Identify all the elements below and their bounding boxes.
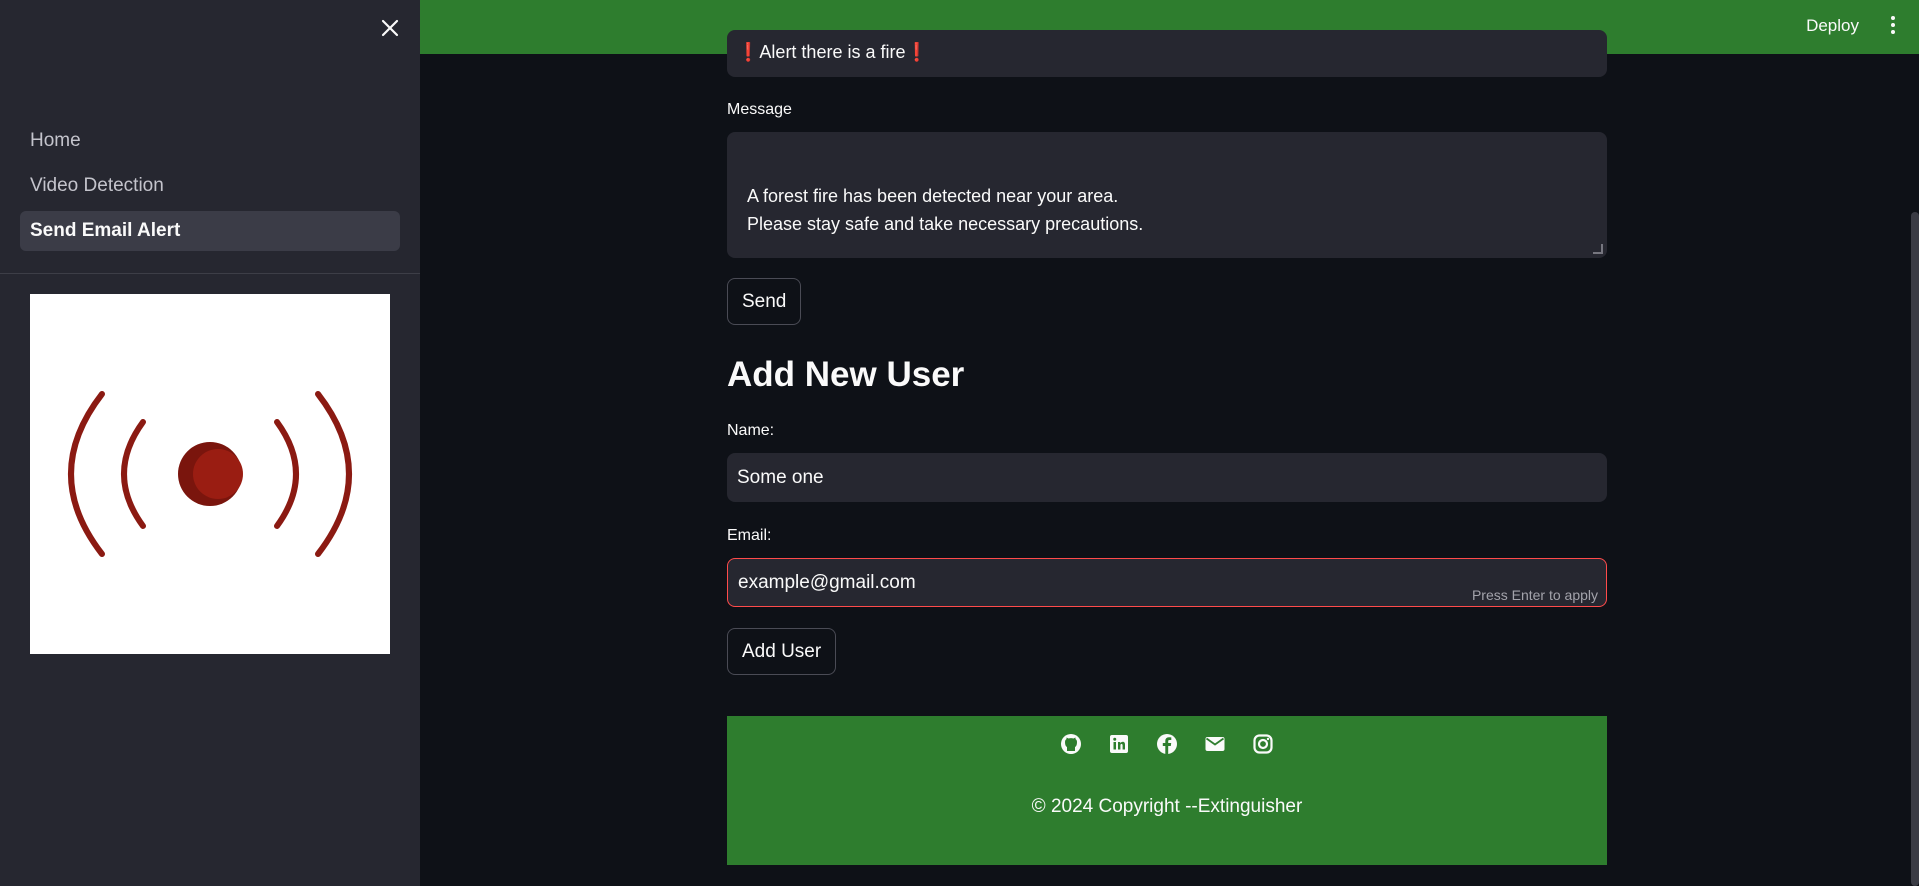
- message-textarea[interactable]: A forest fire has been detected near you…: [727, 132, 1607, 258]
- press-enter-hint: Press Enter to apply: [1471, 587, 1598, 603]
- add-user-button[interactable]: Add User: [727, 628, 837, 675]
- sidebar-item-home[interactable]: Home: [20, 121, 400, 161]
- message-value: A forest fire has been detected near you…: [747, 186, 1144, 234]
- sidebar-item-label: Send Email Alert: [30, 220, 181, 241]
- send-button[interactable]: Send: [727, 278, 802, 325]
- sidebar-item-send-email-alert[interactable]: Send Email Alert: [20, 211, 400, 251]
- email-icon[interactable]: [1203, 732, 1227, 756]
- copyright-text: © 2024 Copyright --Extinguisher: [1031, 796, 1303, 817]
- name-label: Name:: [727, 422, 775, 439]
- sidebar-item-video-detection[interactable]: Video Detection: [20, 166, 400, 206]
- alert-icon: ❗: [905, 42, 928, 62]
- sidebar-item-label: Video Detection: [30, 175, 164, 196]
- name-field[interactable]: Some one: [727, 453, 1607, 502]
- social-links: [727, 732, 1607, 756]
- alarm-icon: [30, 294, 390, 654]
- sidebar: Home Video Detection Send Email Alert: [0, 0, 420, 886]
- resize-handle[interactable]: [1593, 244, 1603, 254]
- subject-value: Alert there is a fire: [759, 42, 906, 62]
- name-value: Some one: [737, 467, 824, 488]
- close-icon[interactable]: [378, 16, 402, 40]
- instagram-icon[interactable]: [1251, 732, 1275, 756]
- sidebar-nav: Home Video Detection Send Email Alert: [20, 121, 400, 256]
- github-icon[interactable]: [1059, 732, 1083, 756]
- kebab-menu-icon[interactable]: [1889, 14, 1897, 38]
- email-label: Email:: [727, 527, 772, 544]
- add-user-title: Add New User: [727, 355, 965, 394]
- sidebar-divider: [0, 273, 420, 274]
- email-field[interactable]: example@gmail.com Press Enter to apply: [727, 558, 1607, 607]
- email-value: example@gmail.com: [738, 572, 916, 593]
- footer: © 2024 Copyright --Extinguisher: [727, 716, 1607, 865]
- linkedin-icon[interactable]: [1107, 732, 1131, 756]
- deploy-button[interactable]: Deploy: [1806, 16, 1859, 36]
- scrollbar[interactable]: [1911, 212, 1919, 886]
- sidebar-item-label: Home: [30, 130, 81, 151]
- facebook-icon[interactable]: [1155, 732, 1179, 756]
- message-label: Message: [727, 101, 792, 118]
- alert-icon: ❗: [737, 42, 760, 62]
- subject-field[interactable]: ❗Alert there is a fire❗: [727, 30, 1607, 77]
